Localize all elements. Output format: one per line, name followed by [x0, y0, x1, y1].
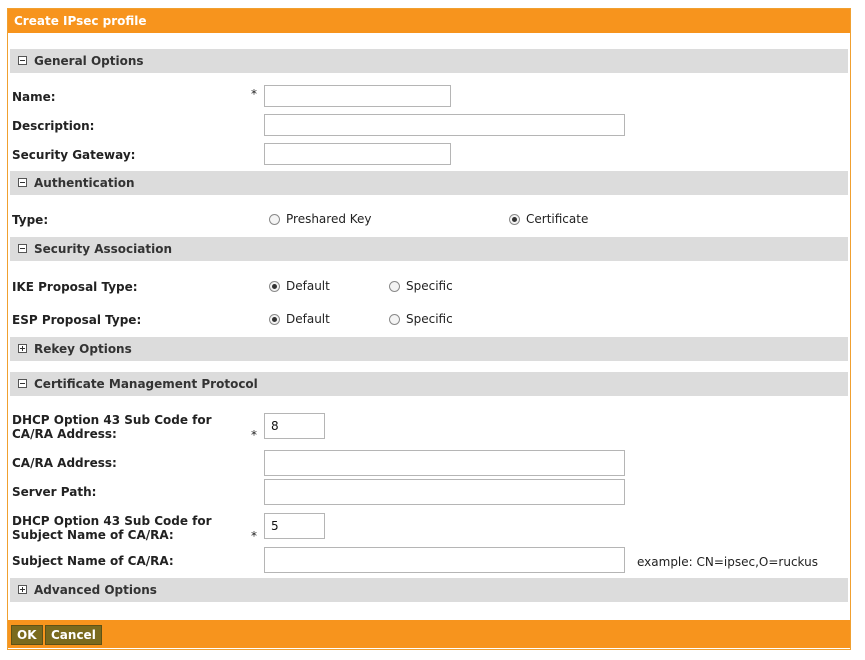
- collapse-icon[interactable]: [18, 379, 27, 388]
- radio-label: Specific: [406, 279, 453, 293]
- ca-ra-address-input[interactable]: [264, 450, 625, 476]
- required-marker: *: [251, 87, 257, 101]
- subject-name-label: Subject Name of CA/RA:: [12, 554, 174, 568]
- radio-button-selected-icon[interactable]: [269, 313, 280, 325]
- security-gateway-input[interactable]: [264, 143, 451, 165]
- radio-preshared-key[interactable]: Preshared Key: [269, 211, 372, 227]
- esp-proposal-type-label: ESP Proposal Type:: [12, 313, 142, 327]
- dhcp-ca-address-label-line1: DHCP Option 43 Sub Code for: [12, 413, 212, 427]
- radio-button-icon[interactable]: [269, 213, 280, 225]
- radio-button-selected-icon[interactable]: [509, 213, 520, 225]
- expand-icon[interactable]: [18, 585, 27, 594]
- radio-label: Default: [286, 312, 330, 326]
- dhcp-subject-name-label-line2: Subject Name of CA/RA:: [12, 528, 174, 542]
- radio-label: Certificate: [526, 212, 589, 226]
- collapse-icon[interactable]: [18, 244, 27, 253]
- dhcp-subject-name-label-line1: DHCP Option 43 Sub Code for: [12, 514, 212, 528]
- section-title: Advanced Options: [34, 583, 157, 597]
- ike-proposal-type-label: IKE Proposal Type:: [12, 280, 138, 294]
- name-input[interactable]: [264, 85, 451, 107]
- name-label: Name:: [12, 90, 56, 104]
- cancel-button[interactable]: Cancel: [45, 625, 102, 645]
- subject-name-input[interactable]: [264, 547, 625, 573]
- section-advanced-options[interactable]: Advanced Options: [10, 578, 848, 602]
- radio-button-icon[interactable]: [389, 313, 400, 325]
- required-marker: *: [251, 428, 257, 442]
- dialog-title: Create IPsec profile: [8, 9, 850, 33]
- section-rekey-options[interactable]: Rekey Options: [10, 337, 848, 361]
- radio-certificate[interactable]: Certificate: [509, 211, 588, 227]
- dhcp-subject-name-code-input[interactable]: 5: [264, 513, 325, 539]
- section-certificate-management-protocol[interactable]: Certificate Management Protocol: [10, 372, 848, 396]
- radio-ike-specific[interactable]: Specific: [389, 278, 453, 294]
- expand-icon[interactable]: [18, 344, 27, 353]
- dhcp-ca-address-code-input[interactable]: 8: [264, 413, 325, 439]
- dhcp-ca-address-label-line2: CA/RA Address:: [12, 427, 117, 441]
- radio-label: Preshared Key: [286, 212, 372, 226]
- section-title: Certificate Management Protocol: [34, 377, 258, 391]
- server-path-input[interactable]: [264, 479, 625, 505]
- create-ipsec-profile-dialog: Create IPsec profile General Options Nam…: [7, 8, 851, 650]
- section-security-association[interactable]: Security Association: [10, 237, 848, 261]
- section-title: Rekey Options: [34, 342, 132, 356]
- radio-label: Default: [286, 279, 330, 293]
- radio-button-selected-icon[interactable]: [269, 280, 280, 292]
- server-path-label: Server Path:: [12, 485, 97, 499]
- ok-button[interactable]: OK: [11, 625, 43, 645]
- type-label: Type:: [12, 213, 49, 227]
- required-marker: *: [251, 529, 257, 543]
- section-authentication[interactable]: Authentication: [10, 171, 848, 195]
- radio-label: Specific: [406, 312, 453, 326]
- radio-button-icon[interactable]: [389, 280, 400, 292]
- radio-esp-specific[interactable]: Specific: [389, 311, 453, 327]
- ca-ra-address-label: CA/RA Address:: [12, 456, 117, 470]
- section-title: General Options: [34, 54, 144, 68]
- collapse-icon[interactable]: [18, 56, 27, 65]
- subject-name-example-hint: example: CN=ipsec,O=ruckus: [637, 555, 818, 569]
- description-label: Description:: [12, 119, 95, 133]
- section-title: Security Association: [34, 242, 172, 256]
- dialog-footer: OK Cancel: [8, 620, 850, 648]
- radio-ike-default[interactable]: Default: [269, 278, 330, 294]
- description-input[interactable]: [264, 114, 625, 136]
- security-gateway-label: Security Gateway:: [12, 148, 136, 162]
- section-title: Authentication: [34, 176, 135, 190]
- collapse-icon[interactable]: [18, 178, 27, 187]
- radio-esp-default[interactable]: Default: [269, 311, 330, 327]
- section-general-options[interactable]: General Options: [10, 49, 848, 73]
